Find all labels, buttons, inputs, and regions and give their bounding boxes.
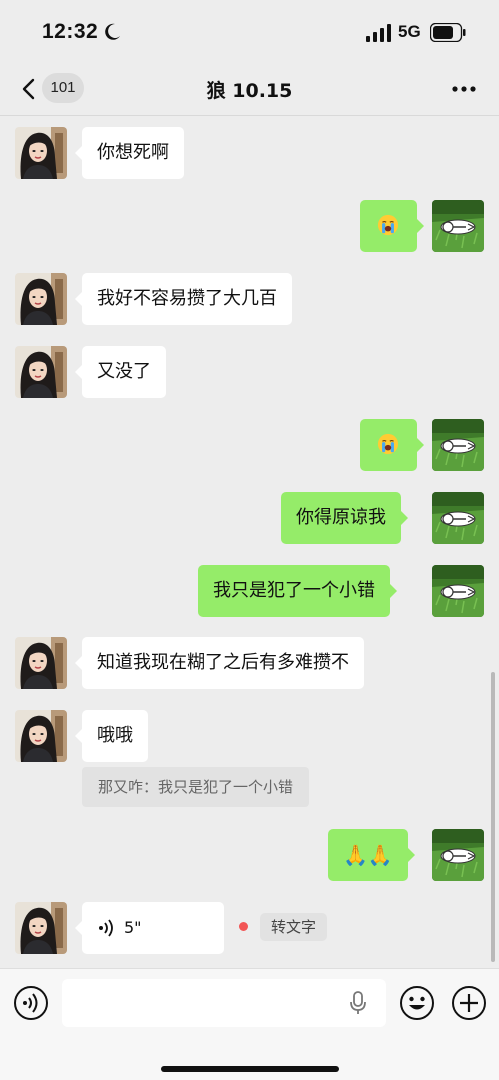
signal-icon [366,24,391,42]
scrollbar[interactable] [491,672,495,962]
message-input[interactable] [62,979,386,1027]
message-bubble-incoming[interactable]: 我好不容易攒了大几百 [75,273,292,325]
input-bar [0,968,499,1080]
message-bubble-outgoing[interactable] [360,200,424,252]
contact-avatar[interactable] [15,902,67,954]
home-indicator [161,1066,339,1072]
self-avatar[interactable] [432,492,484,544]
message-bubble-outgoing[interactable]: 🙏🙏 [328,829,415,881]
moon-icon [105,23,120,40]
mic-icon[interactable] [348,991,368,1015]
self-avatar[interactable] [432,829,484,881]
voice-toggle-icon[interactable] [13,985,49,1021]
contact-avatar[interactable] [15,346,67,398]
voice-message-bubble[interactable]: 5" [75,902,224,954]
message-bubble-outgoing[interactable] [360,419,424,471]
plus-icon[interactable] [451,985,487,1021]
contact-avatar[interactable] [15,637,67,689]
more-dots-icon[interactable] [446,78,482,100]
voice-duration: 5" [124,918,142,937]
status-bar: 12:32 5G [0,0,499,62]
emoji-icon[interactable] [399,985,435,1021]
message-bubble-outgoing[interactable]: 我只是犯了一个小错 [198,565,397,617]
status-time: 12:32 [42,20,99,43]
message-bubble-outgoing[interactable]: 你得原谅我 [281,492,408,544]
voice-wave-icon [99,919,113,937]
contact-avatar[interactable] [15,273,67,325]
message-list[interactable]: 你想死啊 我好不容易攒了大几百 又没了 你得原谅我 我只是犯了一个小错 知道我现… [0,117,499,967]
message-bubble-incoming[interactable]: 你想死啊 [75,127,184,179]
chat-header: 101 狼 10.15 [0,62,499,116]
chat-title: 狼 10.15 [206,80,293,102]
crying-emoji-icon [377,214,399,236]
contact-avatar[interactable] [15,127,67,179]
battery-icon [430,23,466,42]
convert-to-text-button[interactable]: 转文字 [260,913,328,941]
self-avatar[interactable] [432,565,484,617]
message-bubble-incoming[interactable]: 哦哦 [75,710,148,762]
quoted-message[interactable]: 那又咋：我只是犯了一个小错 [82,767,310,807]
message-bubble-incoming[interactable]: 又没了 [75,346,166,398]
self-avatar[interactable] [432,200,484,252]
crying-emoji-icon [377,433,399,455]
contact-avatar[interactable] [15,710,67,762]
self-avatar[interactable] [432,419,484,471]
unread-dot [239,922,248,931]
message-bubble-incoming[interactable]: 知道我现在糊了之后有多难攒不 [75,637,364,689]
network-label: 5G [398,22,421,41]
